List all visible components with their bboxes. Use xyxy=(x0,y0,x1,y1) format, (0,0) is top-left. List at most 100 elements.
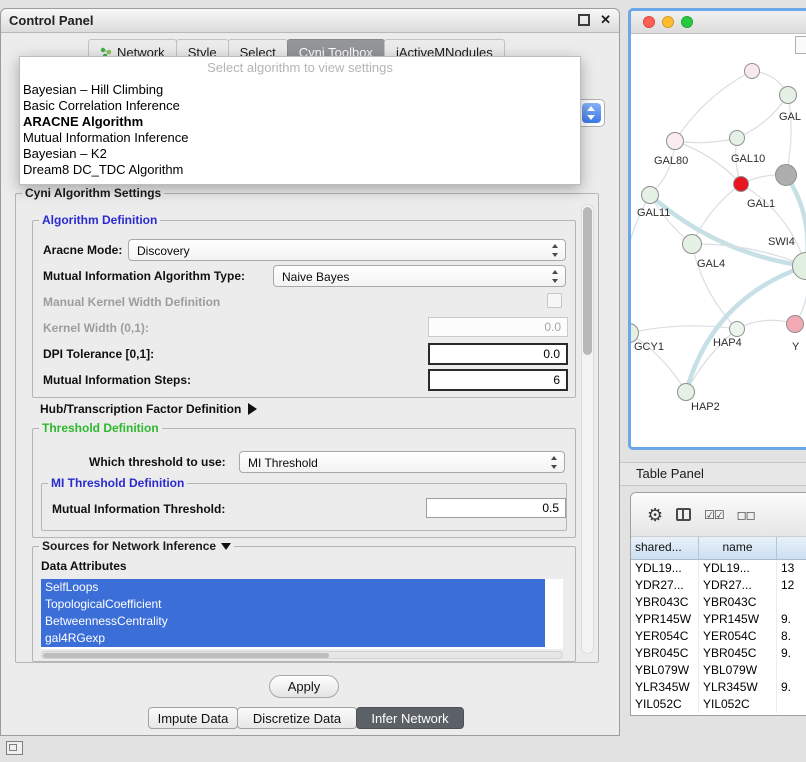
gear-icon[interactable]: ⚙ xyxy=(647,506,663,524)
dpi-tolerance-field[interactable]: 0.0 xyxy=(428,343,568,365)
mi-threshold-group: MI Threshold Definition Mutual Informati… xyxy=(41,483,567,531)
control-panel-titlebar[interactable]: Control Panel ✕ xyxy=(1,9,619,33)
table-row[interactable]: YBR043CYBR043C xyxy=(631,594,806,611)
algorithm-option[interactable]: Dream8 DC_TDC Algorithm xyxy=(20,162,580,178)
algorithm-option[interactable]: Bayesian – Hill Climbing xyxy=(20,82,580,98)
network-canvas[interactable]: GAL80GALGAL10GAL1GAL11SWI4GAL4GCY1HAP4YH… xyxy=(631,34,806,448)
network-node[interactable] xyxy=(641,186,659,204)
attribute-list-item[interactable]: gal4RGexp xyxy=(41,630,545,647)
table-row[interactable]: YER054CYER054C8. xyxy=(631,628,806,645)
table-row[interactable]: YDR27...YDR27...12 xyxy=(631,577,806,594)
apply-button[interactable]: Apply xyxy=(269,675,339,698)
select-all-checkboxes-icon[interactable]: ☑☑ xyxy=(704,508,724,522)
aracne-mode-combobox[interactable]: Discovery xyxy=(128,239,566,261)
column-header-name[interactable]: name xyxy=(699,537,777,559)
network-node[interactable] xyxy=(775,164,797,186)
table-row[interactable]: YIL052CYIL052C xyxy=(631,696,806,713)
mi-steps-field[interactable]: 6 xyxy=(428,369,568,391)
algorithm-option[interactable]: Basic Correlation Inference xyxy=(20,98,580,114)
table-cell: YLR345W xyxy=(699,679,777,696)
table-cell: YLR345W xyxy=(631,679,699,696)
network-node[interactable] xyxy=(744,63,760,79)
minimize-traffic-light[interactable] xyxy=(662,16,674,28)
network-edge[interactable] xyxy=(675,138,737,143)
column-header-shared-name[interactable]: shared... xyxy=(631,537,699,559)
table-cell: YPR145W xyxy=(699,611,777,628)
tab-impute-data[interactable]: Impute Data xyxy=(148,707,238,729)
mi-type-combobox[interactable]: Naive Bayes xyxy=(273,265,566,287)
mi-threshold-field[interactable]: 0.5 xyxy=(426,498,566,518)
network-edge[interactable] xyxy=(692,244,737,329)
algorithm-dropdown-list: Bayesian – Hill ClimbingBasic Correlatio… xyxy=(20,82,580,178)
tab-discretize-data[interactable]: Discretize Data xyxy=(237,707,357,729)
zoom-traffic-light[interactable] xyxy=(681,16,693,28)
attribute-list-item[interactable]: SelfLoops xyxy=(41,579,545,596)
deselect-all-checkboxes-icon[interactable]: ◻◻ xyxy=(737,508,755,522)
close-traffic-light[interactable] xyxy=(643,16,655,28)
tab-infer-network[interactable]: Infer Network xyxy=(356,707,464,729)
network-edge[interactable] xyxy=(650,195,806,266)
network-node[interactable] xyxy=(733,176,749,192)
network-node[interactable] xyxy=(682,234,702,254)
attribute-list-item[interactable]: BetweennessCentrality xyxy=(41,613,545,630)
kernel-width-label: Kernel Width (0,1): xyxy=(43,321,149,335)
cyni-algorithm-settings-group: Cyni Algorithm Settings Algorithm Defini… xyxy=(15,193,599,663)
algorithm-option[interactable]: Bayesian – K2 xyxy=(20,146,580,162)
float-window-icon[interactable] xyxy=(578,14,590,26)
network-node-label: HAP4 xyxy=(713,337,742,349)
attribute-list-item[interactable]: TopologicalCoefficient xyxy=(41,596,545,613)
algorithm-dropdown-popup: Select algorithm to view settings Bayesi… xyxy=(19,56,581,185)
network-node[interactable] xyxy=(677,383,695,401)
settings-scrollbar[interactable] xyxy=(581,204,594,654)
data-attributes-list[interactable]: SelfLoopsTopologicalCoefficientBetweenne… xyxy=(41,579,563,649)
data-attributes-label: Data Attributes xyxy=(41,559,127,573)
network-view-window: GAL80GALGAL10GAL1GAL11SWI4GAL4GCY1HAP4YH… xyxy=(628,8,806,450)
hub-definition-toggle[interactable]: Hub/Transcription Factor Definition xyxy=(40,402,257,416)
table-row[interactable]: YDL19...YDL19...13 xyxy=(631,560,806,577)
table-cell: YBR043C xyxy=(699,594,777,611)
algorithm-option[interactable]: ARACNE Algorithm xyxy=(20,114,580,130)
network-edge[interactable] xyxy=(692,184,741,244)
window-controls: ✕ xyxy=(578,13,611,26)
network-edge[interactable] xyxy=(786,95,791,175)
algorithm-option[interactable]: Mutual Information Inference xyxy=(20,130,580,146)
manual-kernel-checkbox[interactable] xyxy=(547,293,562,308)
scrollbar-thumb[interactable] xyxy=(43,653,329,658)
horizontal-scrollbar[interactable] xyxy=(41,651,563,659)
table-row[interactable]: YBL079WYBL079W xyxy=(631,662,806,679)
columns-icon[interactable] xyxy=(676,508,691,521)
network-node[interactable] xyxy=(729,130,745,146)
bottom-tabs: Impute Data Discretize Data Infer Networ… xyxy=(149,707,464,729)
network-node[interactable] xyxy=(779,86,797,104)
network-node-label: GCY1 xyxy=(634,341,664,353)
table-cell xyxy=(777,696,806,713)
network-node[interactable] xyxy=(729,321,745,337)
combo-stepper-icon xyxy=(582,103,601,123)
control-panel-title: Control Panel xyxy=(9,13,94,28)
network-node-label: GAL10 xyxy=(731,153,765,165)
combobox-value: Discovery xyxy=(137,244,190,258)
table-cell: YIL052C xyxy=(699,696,777,713)
network-edge[interactable] xyxy=(631,326,737,333)
table-cell: 12 xyxy=(777,577,806,594)
expand-right-icon xyxy=(248,403,257,415)
which-threshold-combobox[interactable]: MI Threshold xyxy=(239,451,565,473)
table-row[interactable]: YBR045CYBR045C9. xyxy=(631,645,806,662)
close-icon[interactable]: ✕ xyxy=(600,13,611,26)
kernel-width-field[interactable]: 0.0 xyxy=(428,317,568,337)
combobox-value: Naive Bayes xyxy=(282,270,349,284)
table-cell: YDR27... xyxy=(631,577,699,594)
network-node[interactable] xyxy=(666,132,684,150)
collapsed-panel-icon[interactable] xyxy=(6,741,23,755)
sources-group-title[interactable]: Sources for Network Inference xyxy=(39,539,234,553)
group-title: MI Threshold Definition xyxy=(48,476,187,490)
network-node[interactable] xyxy=(786,315,804,333)
scrollbar-thumb[interactable] xyxy=(583,207,592,355)
table-cell: YIL052C xyxy=(631,696,699,713)
table-row[interactable]: YPR145WYPR145W9. xyxy=(631,611,806,628)
table-cell: YER054C xyxy=(631,628,699,645)
network-window-titlebar[interactable] xyxy=(631,11,806,34)
table-row[interactable]: YLR345WYLR345W9. xyxy=(631,679,806,696)
column-header[interactable] xyxy=(777,537,806,559)
table-cell: 9. xyxy=(777,645,806,662)
